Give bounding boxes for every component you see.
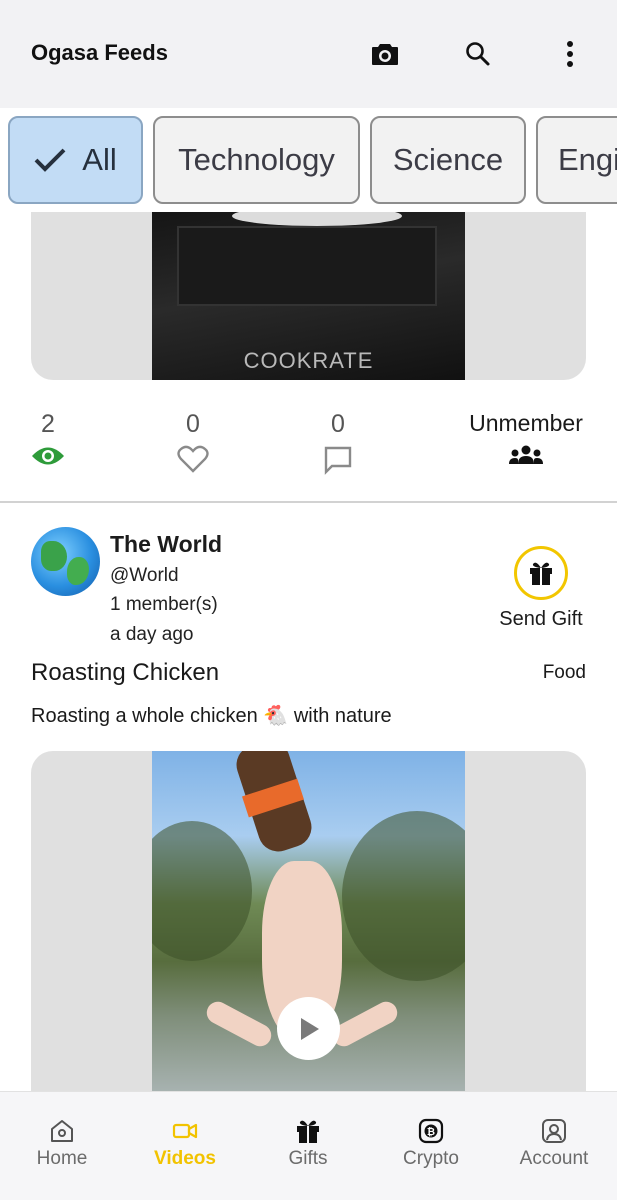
post-title: Roasting Chicken <box>31 659 220 686</box>
nav-label: Account <box>519 1148 589 1169</box>
video-watermark: COOKRATE <box>243 348 374 373</box>
tree-foliage <box>342 811 465 981</box>
gift-icon-circle <box>514 546 568 600</box>
globe-land <box>67 557 89 585</box>
nav-item-home[interactable]: Home <box>2 1118 122 1170</box>
video-icon <box>172 1123 198 1139</box>
svg-text:₿: ₿ <box>427 1126 435 1138</box>
heart-icon <box>177 445 209 473</box>
globe-land <box>41 541 67 571</box>
filter-chip-label: Technology <box>178 142 335 177</box>
nav-label: Gifts <box>288 1148 328 1169</box>
comments-count: 0 <box>331 410 345 438</box>
filter-chip-technology[interactable]: Technology <box>153 116 360 204</box>
nav-item-gifts[interactable]: Gifts <box>248 1118 368 1170</box>
filter-chip-label: Engi <box>558 142 617 177</box>
chicken-wing <box>202 997 276 1051</box>
author-handle: @World <box>110 565 179 586</box>
author-members: 1 member(s) <box>110 594 218 615</box>
nav-item-account[interactable]: Account <box>494 1118 614 1170</box>
nav-label: Crypto <box>403 1148 459 1169</box>
tree-foliage <box>152 821 252 961</box>
video-frame: COOKRATE <box>152 212 465 380</box>
app-title: Ogasa Feeds <box>31 40 168 65</box>
nav-label: Videos <box>154 1148 216 1169</box>
home-icon <box>51 1120 73 1142</box>
views-count: 2 <box>41 410 55 438</box>
author-name[interactable]: The World <box>110 531 222 558</box>
video-frame <box>152 751 465 1091</box>
views-stat[interactable]: 2 <box>28 410 68 467</box>
camera-icon[interactable] <box>367 36 403 72</box>
member-label: Unmember <box>469 410 583 436</box>
bottom-navigation: Home Videos Gifts ₿ Crypto Account <box>0 1091 617 1200</box>
search-icon[interactable] <box>460 36 496 72</box>
filter-chip-science[interactable]: Science <box>370 116 526 204</box>
gift-icon <box>297 1120 319 1143</box>
filter-chip-label: All <box>82 142 117 177</box>
category-filter-bar: All Technology Science Engi <box>0 108 617 212</box>
post-category[interactable]: Food <box>543 662 586 684</box>
stove-image <box>177 226 437 306</box>
comment-icon <box>324 446 352 475</box>
group-icon <box>509 445 543 464</box>
nav-item-crypto[interactable]: ₿ Crypto <box>371 1118 491 1170</box>
send-gift-button[interactable]: Send Gift <box>476 546 606 646</box>
nav-item-videos[interactable]: Videos <box>125 1118 245 1170</box>
play-button[interactable] <box>277 997 340 1060</box>
gift-icon <box>530 562 552 585</box>
filter-chip-all[interactable]: All <box>8 116 143 204</box>
more-vert-icon[interactable] <box>552 36 588 72</box>
post-time: a day ago <box>110 624 194 645</box>
bitcoin-icon: ₿ <box>418 1118 444 1144</box>
post-video-thumbnail[interactable]: COOKRATE <box>31 212 586 380</box>
post-description: Roasting a whole chicken 🐔 with nature <box>31 705 392 727</box>
comments-stat[interactable]: 0 <box>318 410 358 475</box>
nav-label: Home <box>36 1148 88 1169</box>
app-bar: Ogasa Feeds <box>0 0 617 108</box>
likes-count: 0 <box>186 410 200 438</box>
filter-chip-label: Science <box>392 142 504 177</box>
account-icon <box>542 1119 566 1143</box>
member-toggle[interactable]: Unmember <box>460 410 592 465</box>
avatar[interactable] <box>31 527 100 596</box>
play-icon <box>300 1017 319 1040</box>
pan-image <box>232 212 402 226</box>
check-icon <box>34 147 66 173</box>
filter-chip-engineering[interactable]: Engi <box>536 116 617 204</box>
likes-stat[interactable]: 0 <box>173 410 213 473</box>
post-video-thumbnail[interactable] <box>31 751 586 1091</box>
post-divider <box>0 501 617 503</box>
send-gift-label: Send Gift <box>499 608 583 630</box>
eye-icon <box>32 447 64 465</box>
